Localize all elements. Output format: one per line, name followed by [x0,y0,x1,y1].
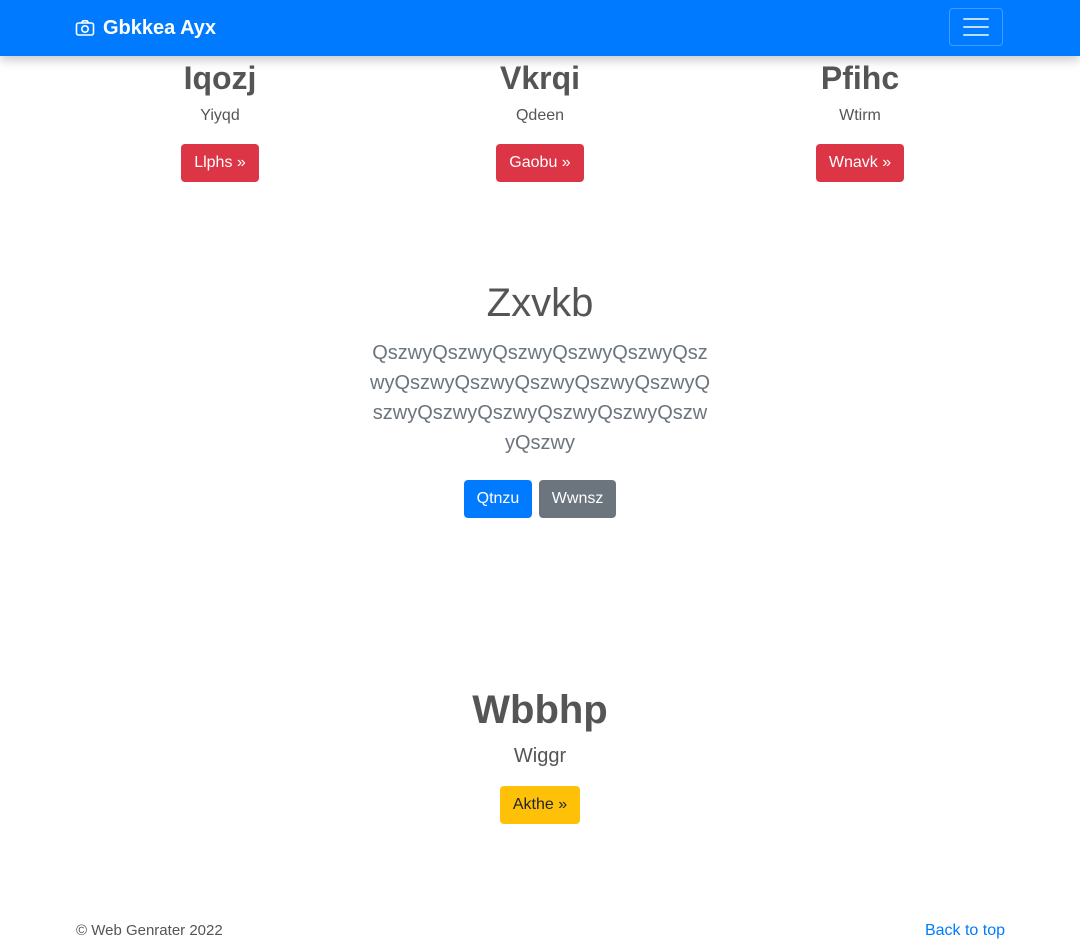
navbar-toggler-button[interactable] [949,8,1003,46]
hero-secondary-button[interactable]: Wwnsz [538,480,617,518]
hamburger-menu-icon [963,34,989,36]
feature-text: Wiggr [513,745,567,767]
column-text: Qdeen [515,107,565,124]
hamburger-menu-icon [963,18,989,20]
column-text: Yiyqd [200,107,240,124]
hero-lead: QszwyQszwyQszwyQszwyQszwyQszwyQszwyQszwy… [370,342,710,454]
back-to-top-link[interactable]: Back to top [925,922,1005,940]
hero-section: Zxvkb QszwyQszwyQszwyQszwyQszwyQszwyQszw… [0,278,1080,518]
column-3: Pfihc Wtirm Wnavk » [700,56,1020,182]
column-text: Wtirm [839,107,881,124]
feature-section: Wbbhp Wiggr Akthe » [0,684,1080,824]
column-3-button[interactable]: Wnavk » [815,144,905,182]
feature-button[interactable]: Akthe » [499,786,581,824]
navbar: Gbkkea Ayx [0,0,1080,56]
column-1: Iqozj Yiyqd Llphs » [60,56,380,182]
hero-primary-button[interactable]: Qtnzu [463,480,533,518]
column-title: Pfihc [820,60,900,96]
hero-title: Zxvkb [486,281,594,325]
column-2: Vkrqi Qdeen Gaobu » [380,56,700,182]
camera-icon [75,20,95,36]
hamburger-menu-icon [963,26,989,28]
column-title: Vkrqi [499,60,581,96]
column-title: Iqozj [183,60,257,96]
brand-name: Gbkkea Ayx [103,16,217,39]
footer-copyright: © Web Genrater 2022 [76,922,223,939]
brand-link[interactable]: Gbkkea Ayx [75,0,216,56]
feature-title: Wbbhp [472,688,608,732]
column-1-button[interactable]: Llphs » [181,144,259,182]
column-2-button[interactable]: Gaobu » [496,144,584,182]
